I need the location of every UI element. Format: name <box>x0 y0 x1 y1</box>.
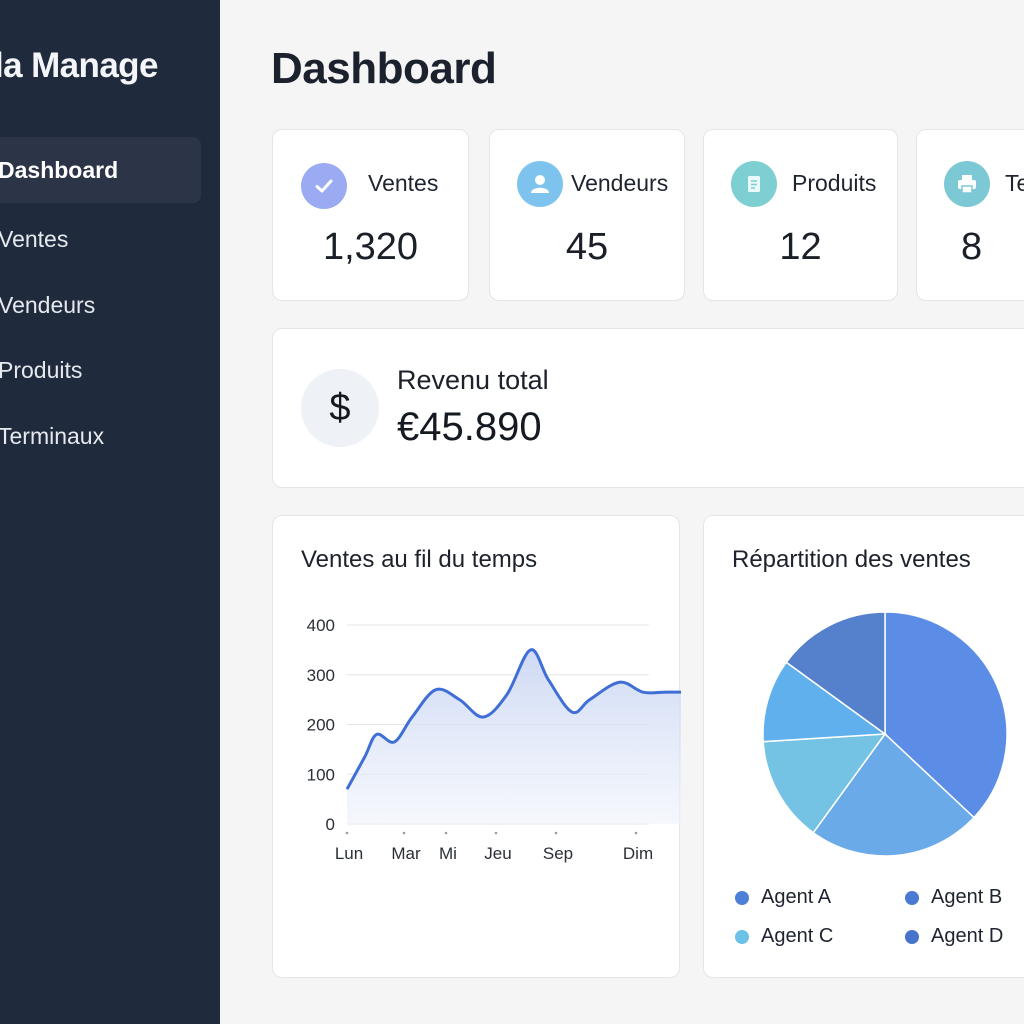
legend-label: Agent C <box>761 925 834 947</box>
legend-item-agent-a: Agent A <box>735 886 831 909</box>
line-chart-title: Ventes au fil du temps <box>301 546 538 573</box>
stat-label: Ventes <box>368 170 439 196</box>
line-chart-card: Ventes au fil du temps 0 100 200 300 400 Lun M… <box>272 515 681 978</box>
x-tick-mark <box>554 831 558 835</box>
pie-chart <box>762 611 1008 857</box>
sidebar-item-terminaux[interactable]: Terminaux <box>0 403 201 469</box>
legend-item-agent-c: Agent C <box>735 925 833 948</box>
x-tick-label: Mi <box>439 844 457 863</box>
x-tick-label: Dim <box>623 844 653 863</box>
pie-chart-title: Répartition des ventes <box>732 546 971 573</box>
legend-dot <box>735 929 749 944</box>
sidebar-item-produits[interactable]: Produits <box>0 337 201 403</box>
stat-card-vendeurs[interactable]: Vendeurs 45 <box>489 129 685 301</box>
legend-item-agent-d: Agent D <box>905 925 1003 948</box>
x-tick-label: Sep <box>543 844 573 863</box>
stat-value: 1,320 <box>322 226 419 268</box>
x-tick-mark <box>494 831 498 835</box>
sidebar-item-dashboard[interactable]: Dashboard <box>0 137 201 203</box>
legend-dot <box>905 929 919 944</box>
area-fill <box>347 649 681 824</box>
legend-item-agent-b: Agent B <box>905 886 1002 909</box>
sidebar-item-ventes[interactable]: Ventes <box>0 206 201 272</box>
sidebar-item-vendeurs[interactable]: Vendeurs <box>0 272 201 338</box>
stat-value: 8 <box>961 226 983 268</box>
y-tick-label: 100 <box>307 765 335 784</box>
legend-label: Agent A <box>761 886 832 908</box>
user-icon <box>517 161 563 207</box>
stat-card-terminaux[interactable]: Te 8 <box>916 129 1024 301</box>
sidebar: la Manage Dashboard Ventes Vendeurs Prod… <box>0 0 220 1024</box>
page-title: Dashboard <box>271 44 497 93</box>
x-tick-label: Lun <box>335 844 363 863</box>
main-content: Dashboard Ventes 1,320 Vendeurs 45 Produ… <box>220 0 1024 1024</box>
y-tick-label: 300 <box>307 666 335 685</box>
document-icon <box>731 161 777 207</box>
stat-label: Te <box>1005 170 1024 196</box>
revenue-card: $ Revenu total €45.890 <box>272 328 1024 488</box>
x-tick-mark <box>345 831 349 835</box>
x-tick-mark <box>402 831 406 835</box>
check-icon <box>301 163 347 209</box>
line-chart: 0 100 200 300 400 Lun Mar Mi Jeu Sep Dim <box>307 616 681 863</box>
legend-label: Agent D <box>931 925 1004 947</box>
x-tick-mark <box>634 831 638 835</box>
y-tick-label: 0 <box>326 815 335 834</box>
stat-value: 45 <box>565 226 609 268</box>
dollar-icon: $ <box>301 369 379 447</box>
stat-label: Vendeurs <box>571 170 669 196</box>
legend-dot <box>905 890 919 905</box>
revenue-label: Revenu total <box>397 365 549 395</box>
pie-chart-card: Répartition des ventes Agent A Agent B A… <box>703 515 1024 978</box>
stat-label: Produits <box>792 170 877 196</box>
y-tick-label: 200 <box>307 716 335 735</box>
x-tick-label: Mar <box>391 844 421 863</box>
stat-card-ventes[interactable]: Ventes 1,320 <box>272 129 469 301</box>
stat-value: 12 <box>779 226 822 268</box>
stat-card-produits[interactable]: Produits 12 <box>703 129 898 301</box>
legend-label: Agent B <box>931 886 1003 908</box>
x-tick-mark <box>444 831 448 835</box>
y-tick-label: 400 <box>307 616 335 635</box>
app-brand: la Manage <box>0 46 158 85</box>
revenue-value: €45.890 <box>397 405 542 449</box>
x-tick-label: Jeu <box>484 844 511 863</box>
printer-icon <box>944 161 990 207</box>
legend-dot <box>735 890 749 905</box>
